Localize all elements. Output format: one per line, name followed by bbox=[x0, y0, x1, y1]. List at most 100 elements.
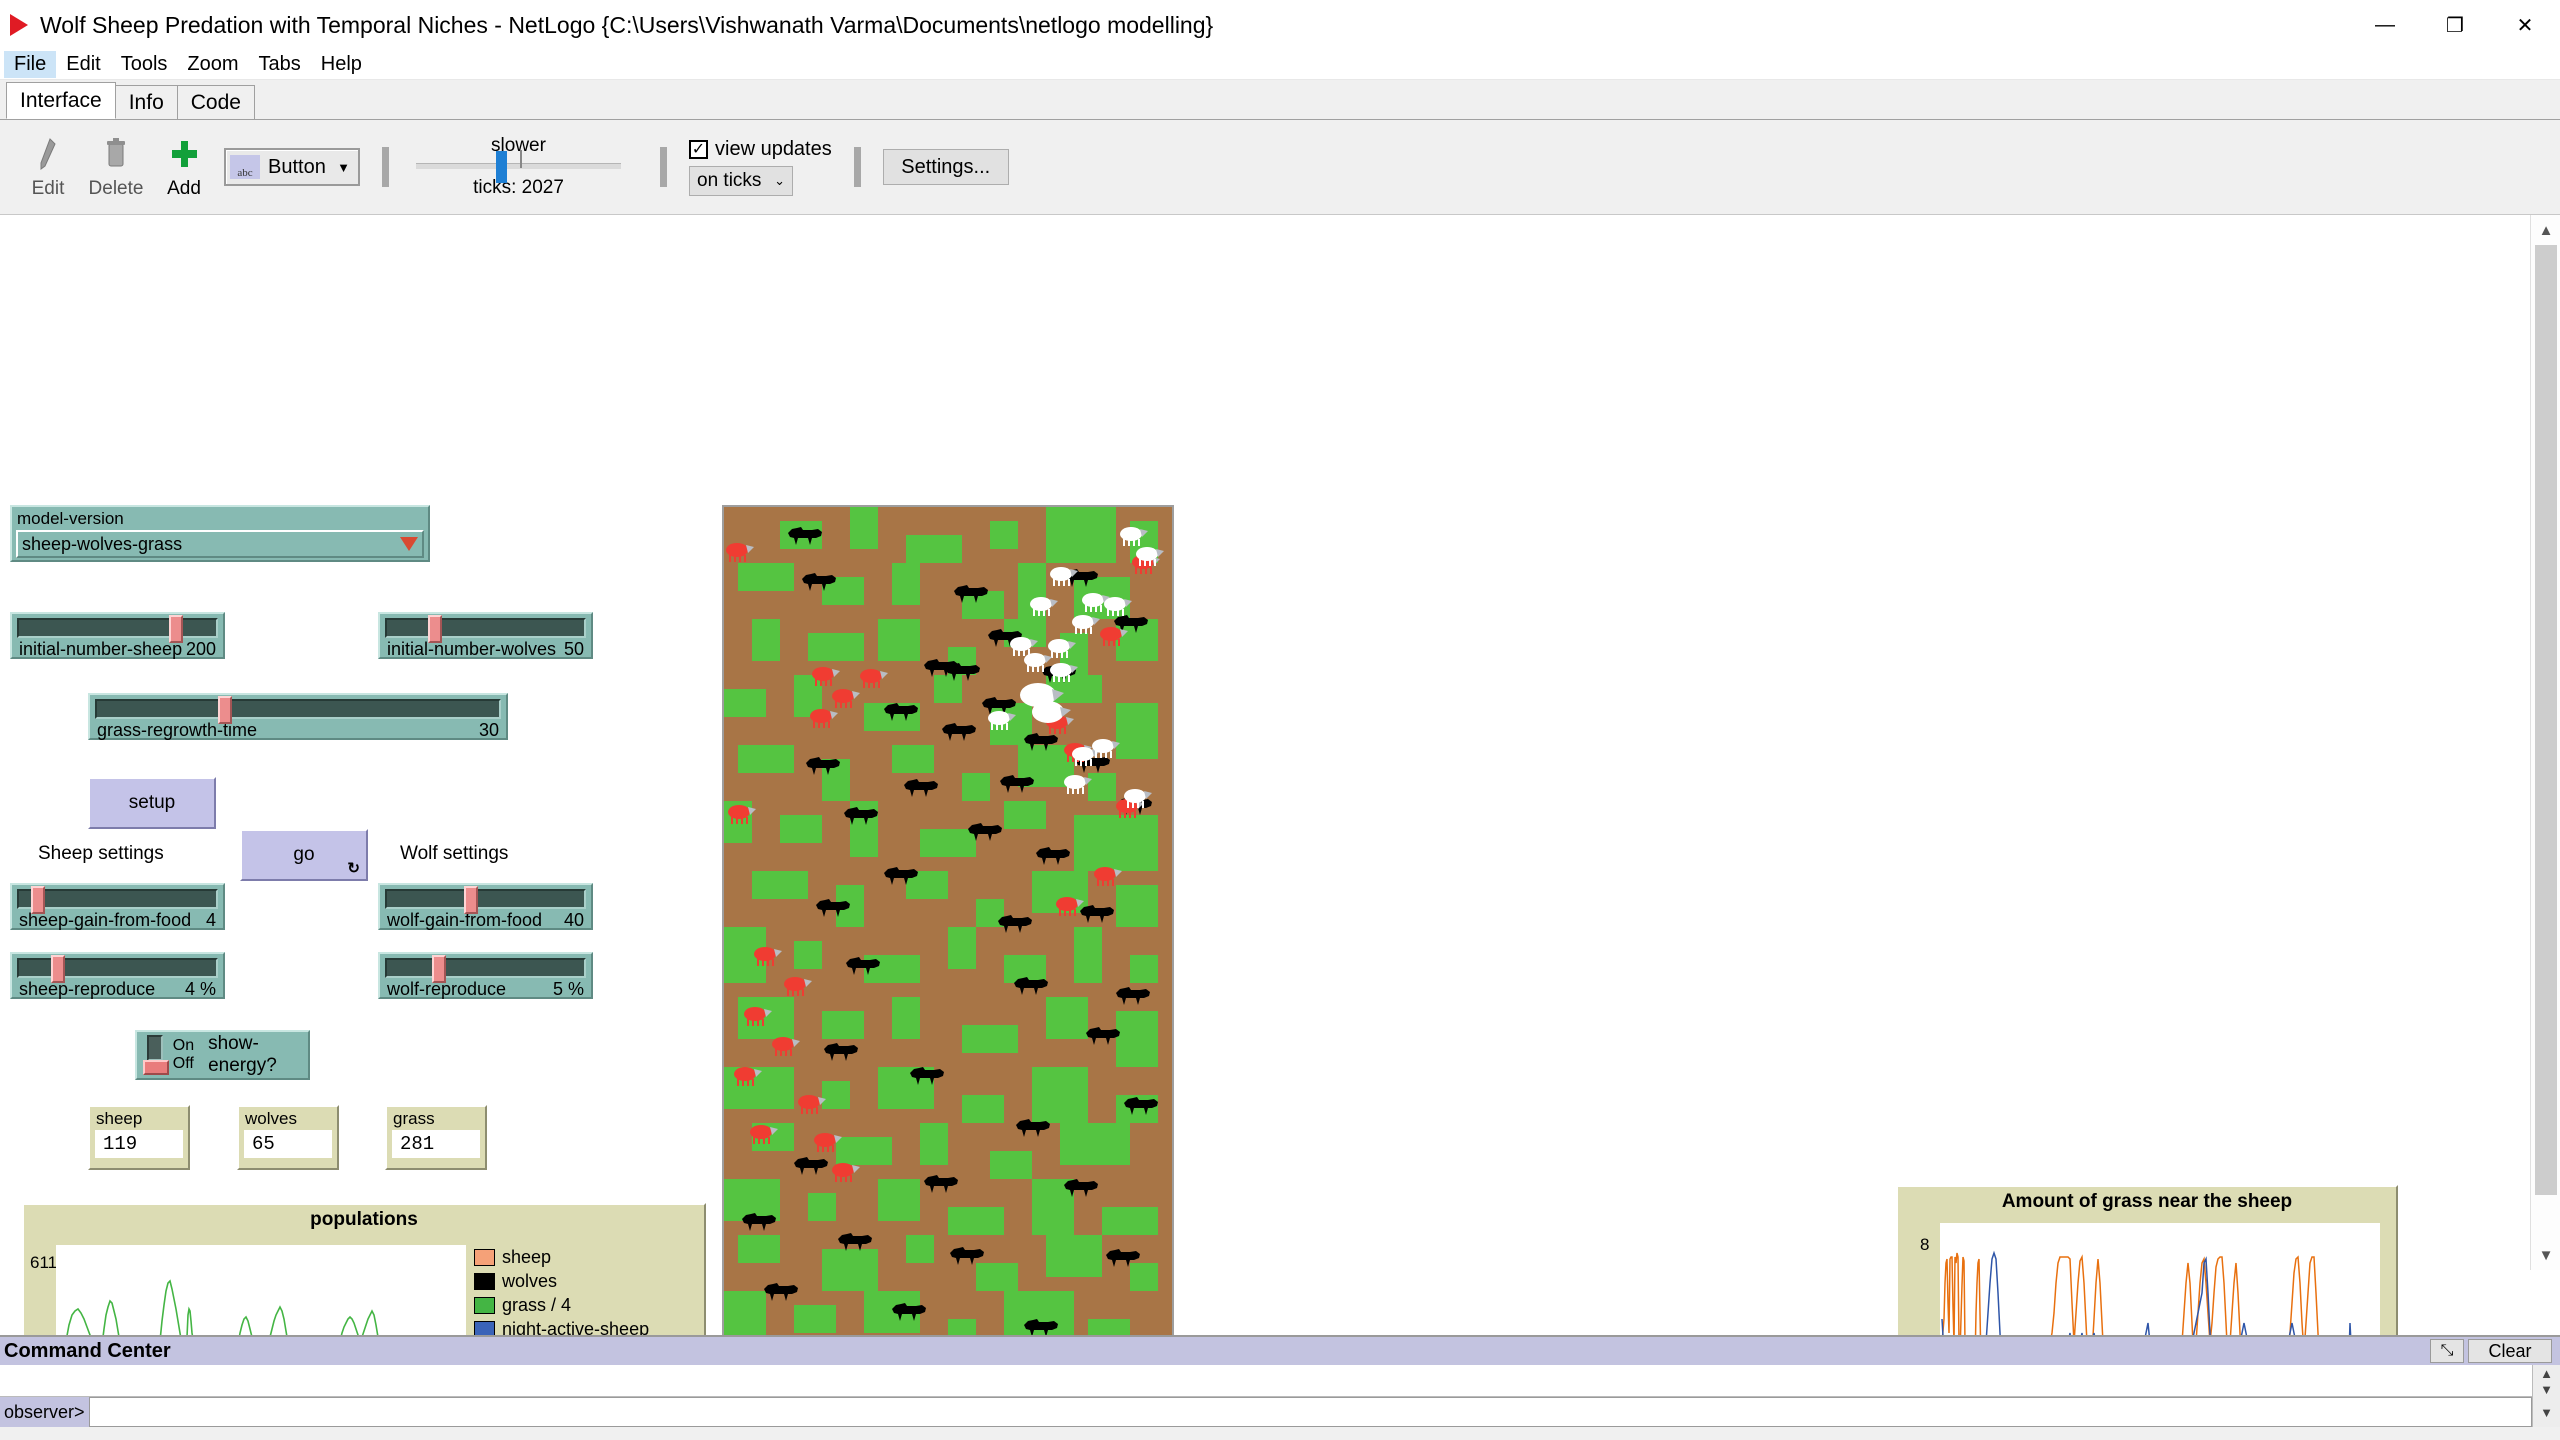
slider-thumb[interactable] bbox=[218, 696, 232, 724]
slider-track[interactable] bbox=[17, 618, 218, 638]
slider-thumb[interactable] bbox=[464, 886, 478, 914]
view-updates-row: ✓ view updates bbox=[689, 138, 832, 161]
widget-type-dropdown[interactable]: abc Button ▼ bbox=[224, 148, 360, 186]
chevron-down-icon: ▼ bbox=[337, 160, 350, 175]
menu-zoom[interactable]: Zoom bbox=[177, 51, 248, 78]
edit-button[interactable]: Edit bbox=[14, 134, 82, 200]
expand-icon[interactable]: ⤡ bbox=[2430, 1339, 2464, 1363]
legend-swatch bbox=[474, 1297, 495, 1314]
world-view[interactable] bbox=[722, 505, 1174, 1440]
slider-thumb[interactable] bbox=[169, 615, 183, 643]
command-center-output-scrollbar[interactable]: ▲ ▼ bbox=[2532, 1365, 2560, 1397]
tab-interface[interactable]: Interface bbox=[6, 82, 116, 119]
scroll-down-arrow-icon[interactable]: ▼ bbox=[2540, 1382, 2553, 1397]
slider-track[interactable] bbox=[385, 889, 586, 909]
slider-track[interactable] bbox=[385, 958, 586, 978]
slider-value: 4 bbox=[206, 910, 216, 931]
plot-y-max-label: 611 bbox=[30, 1253, 57, 1273]
speed-control: slower ticks: 2027 bbox=[411, 135, 626, 199]
slider-track[interactable] bbox=[385, 618, 586, 638]
switch-stem bbox=[147, 1035, 163, 1061]
close-button[interactable]: ✕ bbox=[2490, 0, 2560, 50]
slider-initial-number-sheep[interactable]: initial-number-sheep 200 bbox=[10, 612, 225, 659]
delete-label: Delete bbox=[89, 178, 144, 200]
add-button[interactable]: Add bbox=[150, 134, 218, 200]
legend-label: sheep bbox=[502, 1247, 551, 1268]
slider-track[interactable] bbox=[17, 889, 218, 909]
switch-knob[interactable] bbox=[143, 1035, 165, 1075]
slider-wolf-reproduce[interactable]: wolf-reproduce 5 % bbox=[378, 952, 593, 999]
slider-thumb[interactable] bbox=[31, 886, 45, 914]
menu-file[interactable]: File bbox=[4, 51, 56, 78]
slider-thumb[interactable] bbox=[432, 955, 446, 983]
toolbar-separator-1 bbox=[382, 147, 389, 187]
slider-sheep-reproduce[interactable]: sheep-reproduce 4 % bbox=[10, 952, 225, 999]
menu-edit[interactable]: Edit bbox=[56, 51, 110, 78]
slider-track[interactable] bbox=[17, 958, 218, 978]
switch-states: On Off bbox=[173, 1037, 194, 1073]
model-version-chooser[interactable]: model-version sheep-wolves-grass bbox=[10, 505, 430, 562]
widget-type-value: Button bbox=[268, 156, 337, 179]
slider-track[interactable] bbox=[95, 699, 501, 719]
scroll-up-arrow-icon[interactable]: ▲ bbox=[2540, 1366, 2553, 1381]
scrollbar-thumb[interactable] bbox=[2535, 245, 2557, 1195]
chevron-down-icon[interactable]: ▼ bbox=[2540, 1405, 2553, 1420]
slider-thumb[interactable] bbox=[51, 955, 65, 983]
settings-button[interactable]: Settings... bbox=[883, 149, 1009, 185]
switch-off-label: Off bbox=[173, 1055, 194, 1073]
scroll-down-arrow-icon[interactable]: ▼ bbox=[2531, 1240, 2560, 1270]
view-updates-checkbox[interactable]: ✓ bbox=[689, 140, 708, 159]
model-version-value: sheep-wolves-grass bbox=[22, 534, 182, 555]
tab-info[interactable]: Info bbox=[115, 85, 178, 119]
menu-help[interactable]: Help bbox=[311, 51, 372, 78]
slider-caption: initial-number-wolves 50 bbox=[380, 638, 591, 660]
update-mode-value: on ticks bbox=[697, 170, 761, 192]
slider-grass-regrowth-time[interactable]: grass-regrowth-time 30 bbox=[88, 693, 508, 740]
legend-item-sheep: sheep bbox=[474, 1247, 649, 1268]
forever-loop-icon: ↻ bbox=[347, 859, 360, 877]
update-mode-dropdown[interactable]: on ticks ⌄ bbox=[689, 166, 793, 196]
delete-button[interactable]: Delete bbox=[82, 134, 150, 200]
switch-inner: On Off show-energy? bbox=[137, 1032, 308, 1078]
world-dirt-background bbox=[724, 507, 1172, 1440]
legend-swatch bbox=[474, 1249, 495, 1266]
monitor-label: sheep bbox=[90, 1107, 188, 1129]
monitor-grass: grass 281 bbox=[385, 1105, 487, 1170]
menu-tools[interactable]: Tools bbox=[111, 51, 178, 78]
command-input[interactable] bbox=[89, 1397, 2532, 1427]
triangle-down-icon bbox=[400, 537, 418, 551]
slider-caption: grass-regrowth-time 30 bbox=[90, 719, 506, 741]
speed-slider[interactable] bbox=[416, 163, 621, 169]
edit-label: Edit bbox=[32, 178, 65, 200]
slider-thumb[interactable] bbox=[428, 615, 442, 643]
slider-initial-number-wolves[interactable]: initial-number-wolves 50 bbox=[378, 612, 593, 659]
chevron-down-icon: ⌄ bbox=[774, 173, 785, 189]
slider-caption: initial-number-sheep 200 bbox=[12, 638, 223, 660]
speed-slider-thumb[interactable] bbox=[496, 151, 507, 183]
menu-tabs[interactable]: Tabs bbox=[249, 51, 311, 78]
switch-base bbox=[143, 1060, 169, 1075]
slider-wolf-gain-from-food[interactable]: wolf-gain-from-food 40 bbox=[378, 883, 593, 930]
slider-sheep-gain-from-food[interactable]: sheep-gain-from-food 4 bbox=[10, 883, 225, 930]
scroll-up-arrow-icon[interactable]: ▲ bbox=[2531, 215, 2560, 245]
minimize-button[interactable]: — bbox=[2350, 0, 2420, 50]
switch-show-energy[interactable]: On Off show-energy? bbox=[135, 1030, 310, 1080]
maximize-button[interactable]: ❐ bbox=[2420, 0, 2490, 50]
observer-prompt: observer> bbox=[0, 1397, 89, 1427]
monitor-sheep: sheep 119 bbox=[88, 1105, 190, 1170]
slider-value: 50 bbox=[564, 639, 584, 660]
model-version-value-box[interactable]: sheep-wolves-grass bbox=[16, 530, 424, 558]
clear-button[interactable]: Clear bbox=[2468, 1339, 2552, 1363]
slider-caption: sheep-reproduce 4 % bbox=[12, 978, 223, 1000]
view-updates-label: view updates bbox=[715, 138, 832, 161]
setup-button[interactable]: setup bbox=[88, 777, 216, 829]
tab-code[interactable]: Code bbox=[177, 85, 255, 119]
switch-on-label: On bbox=[173, 1037, 194, 1055]
world-view-canvas[interactable] bbox=[724, 507, 1172, 1440]
toolbar-separator-2 bbox=[660, 147, 667, 187]
command-history-dropdown[interactable]: ▼ bbox=[2532, 1397, 2560, 1427]
netlogo-logo-icon bbox=[10, 14, 28, 36]
go-button[interactable]: go ↻ bbox=[240, 829, 368, 881]
model-version-label: model-version bbox=[12, 507, 428, 529]
interface-scrollbar[interactable]: ▲ ▼ bbox=[2530, 215, 2560, 1270]
